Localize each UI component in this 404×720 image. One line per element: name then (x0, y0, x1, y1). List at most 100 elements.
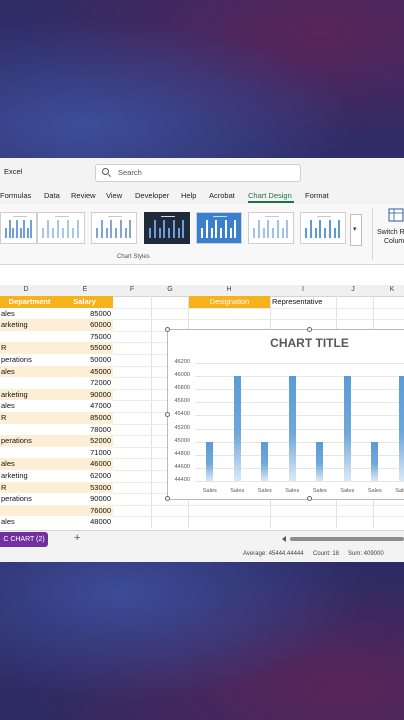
chart-bar[interactable] (206, 441, 214, 481)
tab-acrobat[interactable]: Acrobat (209, 191, 235, 200)
salary-cell[interactable]: 47000 (58, 400, 113, 412)
salary-cell[interactable]: 55000 (58, 342, 113, 354)
thumbnail-title (213, 216, 227, 217)
search-box[interactable]: Search (95, 164, 301, 182)
column-header-d[interactable]: D (21, 286, 31, 293)
switch-row-column-icon[interactable] (388, 208, 404, 222)
chart-bar[interactable] (233, 376, 241, 481)
chart-style-7[interactable] (300, 212, 346, 244)
tab-help[interactable]: Help (181, 191, 196, 200)
salary-cell[interactable]: 90000 (58, 493, 113, 505)
chart-bar[interactable] (288, 376, 296, 481)
salary-cell[interactable]: 76000 (58, 504, 113, 517)
column-header-i[interactable]: I (298, 286, 308, 293)
designation-header[interactable]: Designation (189, 296, 270, 308)
chart-style-1[interactable] (0, 212, 37, 244)
tab-view[interactable]: View (106, 191, 122, 200)
chart-resize-handle[interactable] (307, 327, 312, 332)
salary-cell[interactable]: 53000 (58, 481, 113, 494)
chart-bar[interactable] (261, 441, 269, 481)
column-header-f[interactable]: F (127, 286, 137, 293)
salary-cell[interactable]: 46000 (58, 458, 113, 470)
thumbnail-bar (52, 228, 54, 238)
salary-cell[interactable]: 90000 (58, 388, 113, 401)
department-cell[interactable] (0, 377, 58, 389)
chart-resize-handle[interactable] (165, 327, 170, 332)
chart-style-6[interactable] (248, 212, 294, 244)
department-cell[interactable]: perations (0, 354, 58, 366)
thumbnail-bar (149, 228, 151, 238)
department-cell[interactable]: arketing (0, 470, 58, 482)
department-cell[interactable]: R (0, 481, 58, 494)
thumbnail-bar (172, 220, 175, 238)
chart-bar[interactable] (343, 376, 351, 481)
sheet-tab-bar: C CHART (2) + (0, 530, 404, 549)
chart-style-5[interactable] (196, 212, 242, 244)
thumbnail-bar (253, 228, 255, 238)
department-cell[interactable]: R (0, 342, 58, 354)
chart-style-2[interactable] (37, 212, 85, 244)
department-cell[interactable]: ales (0, 458, 58, 470)
horizontal-scrollbar[interactable] (290, 537, 404, 541)
chart-bar[interactable] (371, 441, 379, 481)
tab-developer[interactable]: Developer (135, 191, 169, 200)
salary-cell[interactable]: 85000 (58, 308, 113, 320)
department-cell[interactable]: ales (0, 308, 58, 320)
chart-styles-more-button[interactable]: ▾ (350, 214, 362, 246)
department-cell[interactable]: R (0, 412, 58, 424)
chart-resize-handle[interactable] (165, 412, 170, 417)
switch-row-column-button[interactable]: Switch R Colum (377, 228, 404, 246)
chart-resize-handle[interactable] (165, 496, 170, 501)
department-cell[interactable] (0, 447, 58, 459)
salary-cell[interactable]: 75000 (58, 331, 113, 343)
department-header[interactable]: Department (0, 296, 58, 308)
thumbnail-bar (72, 228, 74, 238)
column-header-k[interactable]: K (387, 286, 397, 293)
salary-cell[interactable]: 85000 (58, 412, 113, 424)
chart-resize-handle[interactable] (307, 496, 312, 501)
tab-chart-design[interactable]: Chart Design (248, 191, 292, 200)
scroll-left-icon[interactable] (282, 536, 286, 542)
department-cell[interactable]: perations (0, 493, 58, 505)
salary-cell[interactable]: 71000 (58, 447, 113, 459)
thumbnail-bar (62, 228, 64, 238)
chart-style-3[interactable] (91, 212, 137, 244)
salary-cell[interactable]: 52000 (58, 435, 113, 447)
salary-cell[interactable]: 48000 (58, 516, 113, 528)
salary-header[interactable]: Salary (58, 296, 113, 308)
department-cell[interactable]: ales (0, 516, 58, 528)
add-sheet-button[interactable]: + (74, 532, 80, 544)
chart-bar[interactable] (398, 376, 404, 481)
tab-format[interactable]: Format (305, 191, 329, 200)
thumbnail-title (12, 216, 27, 217)
column-header-g[interactable]: G (165, 286, 175, 293)
department-cell[interactable]: ales (0, 365, 58, 378)
salary-cell[interactable]: 60000 (58, 319, 113, 331)
department-cell[interactable] (0, 504, 58, 517)
column-chart[interactable]: CHART TITLE 44400 44600 44800 45000 45200 454… (165, 327, 404, 501)
department-cell[interactable] (0, 331, 58, 343)
x-axis-tick-label: Sales (340, 488, 355, 494)
tab-formulas[interactable]: Formulas (0, 191, 31, 200)
salary-cell[interactable]: 78000 (58, 424, 113, 436)
column-header-h[interactable]: H (224, 286, 234, 293)
department-cell[interactable]: arketing (0, 388, 58, 401)
department-cell[interactable]: arketing (0, 319, 58, 331)
chart-title[interactable]: CHART TITLE (168, 336, 404, 350)
thumbnail-bar (96, 228, 98, 238)
salary-cell[interactable]: 45000 (58, 365, 113, 378)
salary-cell[interactable]: 50000 (58, 354, 113, 366)
department-cell[interactable]: ales (0, 400, 58, 412)
chart-bar[interactable] (316, 441, 324, 481)
salary-cell[interactable]: 62000 (58, 470, 113, 482)
representative-cell[interactable]: Representative (272, 296, 322, 308)
column-header-e[interactable]: E (80, 286, 90, 293)
department-cell[interactable] (0, 424, 58, 436)
column-header-j[interactable]: J (348, 286, 358, 293)
sheet-tab[interactable]: C CHART (2) (0, 532, 48, 547)
tab-data[interactable]: Data (44, 191, 60, 200)
chart-style-4[interactable] (144, 212, 190, 244)
tab-review[interactable]: Review (71, 191, 96, 200)
department-cell[interactable]: perations (0, 435, 58, 447)
salary-cell[interactable]: 72000 (58, 377, 113, 389)
